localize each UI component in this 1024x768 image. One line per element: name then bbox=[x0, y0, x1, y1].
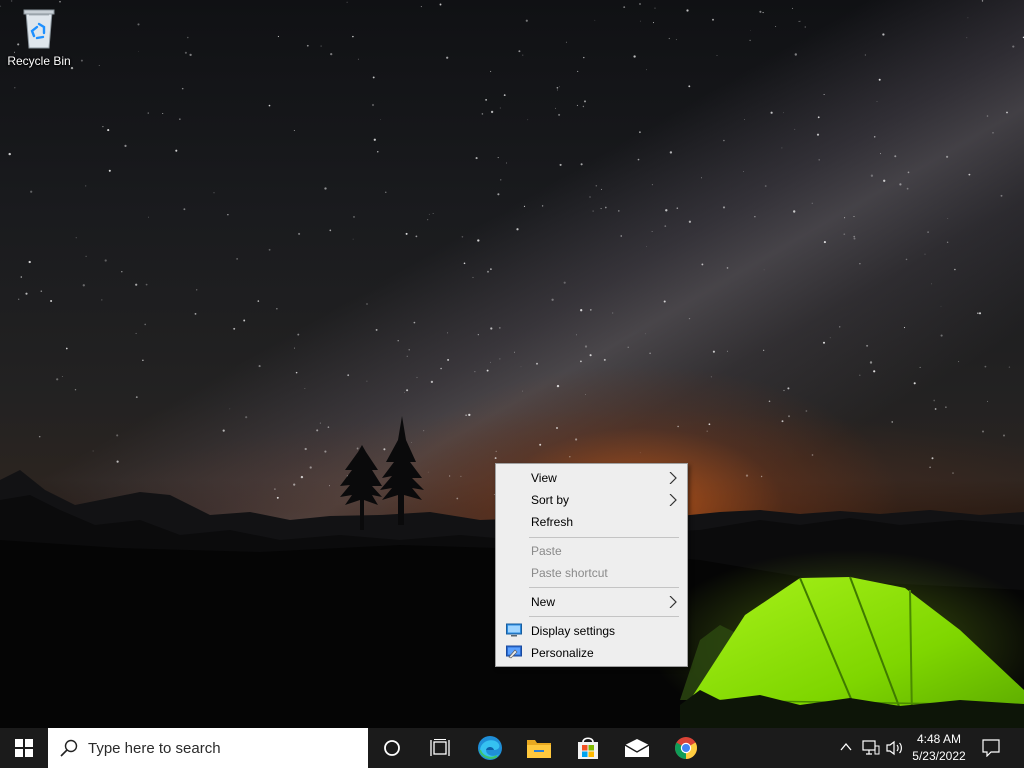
taskbar: Type here to search 4:48 AM 5/23/2022 bbox=[0, 728, 1024, 768]
desktop-icon-label: Recycle Bin bbox=[7, 54, 71, 68]
cortana-button[interactable] bbox=[368, 728, 416, 768]
desktop-icon-recycle-bin[interactable]: Recycle Bin bbox=[4, 6, 74, 68]
cortana-circle-icon bbox=[384, 740, 400, 756]
chevron-right-icon bbox=[669, 596, 677, 608]
search-icon bbox=[60, 739, 78, 757]
chrome-icon bbox=[675, 737, 697, 759]
desktop-context-menu: View Sort by Refresh Paste Paste shortcu… bbox=[495, 463, 688, 667]
menu-item-personalize[interactable]: Personalize bbox=[498, 642, 685, 664]
tray-date: 5/23/2022 bbox=[912, 749, 966, 763]
file-explorer-icon bbox=[527, 740, 551, 758]
menu-item-new[interactable]: New bbox=[498, 591, 685, 613]
menu-item-refresh[interactable]: Refresh bbox=[498, 511, 685, 533]
menu-separator bbox=[529, 616, 679, 617]
taskbar-chrome[interactable] bbox=[662, 728, 710, 768]
taskbar-edge[interactable] bbox=[466, 728, 514, 768]
taskbar-mail[interactable] bbox=[613, 728, 661, 768]
task-view-icon bbox=[430, 739, 450, 756]
search-placeholder: Type here to search bbox=[88, 740, 221, 757]
taskbar-file-explorer[interactable] bbox=[515, 728, 563, 768]
desktop-wallpaper[interactable]: Recycle Bin View Sort by Refresh Paste P… bbox=[0, 0, 1024, 728]
chevron-right-icon bbox=[669, 472, 677, 484]
network-icon[interactable] bbox=[862, 740, 880, 756]
action-center-notification-icon[interactable] bbox=[982, 739, 1000, 757]
chevron-right-icon bbox=[669, 494, 677, 506]
volume-icon[interactable] bbox=[886, 740, 904, 756]
taskbar-search-input[interactable]: Type here to search bbox=[48, 728, 368, 768]
display-settings-icon bbox=[506, 623, 522, 637]
menu-item-paste-shortcut[interactable]: Paste shortcut bbox=[498, 562, 685, 584]
menu-item-paste[interactable]: Paste bbox=[498, 540, 685, 562]
personalize-icon bbox=[506, 645, 522, 659]
tray-time: 4:48 AM bbox=[916, 732, 962, 746]
task-view-button[interactable] bbox=[416, 728, 464, 768]
start-button[interactable] bbox=[0, 728, 48, 768]
edge-icon bbox=[478, 736, 502, 760]
menu-separator bbox=[529, 587, 679, 588]
show-hidden-icons-chevron-up-icon[interactable] bbox=[840, 742, 852, 752]
start-windows-icon bbox=[15, 739, 33, 757]
menu-item-sort-by[interactable]: Sort by bbox=[498, 489, 685, 511]
menu-separator bbox=[529, 537, 679, 538]
mail-icon bbox=[624, 739, 650, 757]
tray-clock[interactable]: 4:48 AM 5/23/2022 bbox=[908, 731, 970, 765]
menu-item-display-settings[interactable]: Display settings bbox=[498, 620, 685, 642]
menu-item-view[interactable]: View bbox=[498, 467, 685, 489]
taskbar-microsoft-store[interactable] bbox=[564, 728, 612, 768]
microsoft-store-icon bbox=[578, 737, 598, 759]
recycle-bin-icon bbox=[23, 9, 55, 49]
